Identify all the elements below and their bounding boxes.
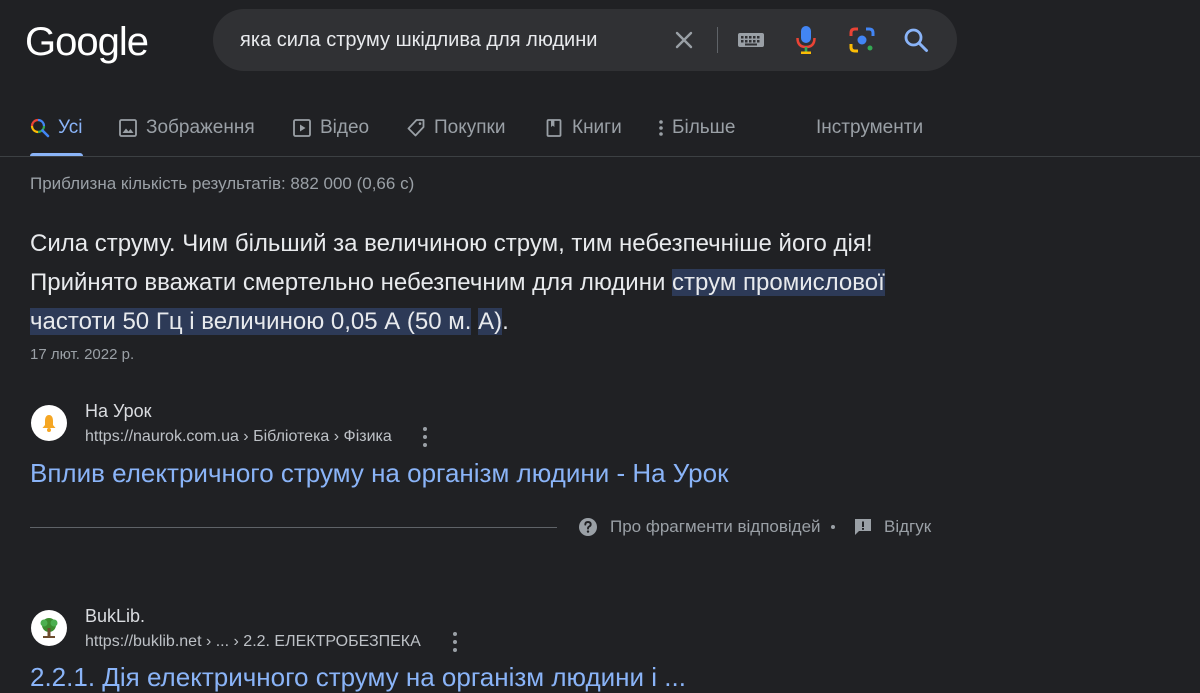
result-url[interactable]: https://buklib.net › ... › 2.2. ЕЛЕКТРОБ… — [85, 633, 421, 651]
tab-images-label: Зображення — [146, 117, 255, 138]
tab-more[interactable]: Більше — [656, 100, 736, 156]
tab-shopping-label: Покупки — [434, 117, 506, 138]
results-stats: Приблизна кількість результатів: 882 000… — [30, 174, 415, 193]
featured-snippet-text: Сила струму. Чим більший за величиною ст… — [30, 224, 930, 341]
keyboard-icon[interactable] — [736, 25, 766, 55]
snippet-date: 17 лют. 2022 р. — [30, 346, 135, 363]
tab-more-label: Більше — [672, 117, 736, 138]
feedback-label: Відгук — [884, 517, 932, 536]
tab-video-label: Відео — [320, 117, 370, 138]
price-tag-icon — [406, 118, 426, 138]
feedback-button[interactable]: Відгук — [854, 516, 931, 538]
google-lens-icon[interactable] — [847, 25, 877, 55]
search-icon[interactable] — [901, 25, 931, 55]
naurok-favicon[interactable] — [31, 405, 67, 441]
separator-dot — [831, 525, 835, 529]
tab-images[interactable]: Зображення — [118, 100, 255, 156]
google-logo[interactable]: Google — [25, 18, 149, 66]
video-play-icon — [292, 118, 312, 138]
snippet-highlight-end: А) — [478, 308, 503, 335]
search-input[interactable]: яка сила струму шкідлива для людини — [240, 9, 597, 71]
feedback-icon — [854, 518, 872, 536]
tab-tools-label: Інструменти — [816, 117, 924, 138]
about-snippets-label: Про фрагменти відповідей — [610, 517, 821, 536]
buklib-favicon[interactable] — [31, 610, 67, 646]
tab-tools[interactable]: Інструменти — [816, 100, 923, 156]
about-snippets-button[interactable]: Про фрагменти відповідей — [578, 516, 821, 538]
microphone-icon[interactable] — [791, 25, 821, 55]
clear-icon[interactable] — [669, 25, 699, 55]
tab-all-label: Усі — [58, 117, 83, 138]
tab-video[interactable]: Відео — [292, 100, 369, 156]
tab-shopping[interactable]: Покупки — [406, 100, 505, 156]
source-options-icon[interactable] — [419, 427, 431, 447]
search-tabs: Усі Зображення Відео Покупки Книги Більш… — [0, 100, 1200, 157]
image-icon — [118, 118, 138, 138]
tab-all[interactable]: Усі — [30, 100, 83, 156]
result-site-name[interactable]: BukLib. — [85, 606, 145, 627]
snippet-text-end: . — [502, 308, 509, 335]
search-box[interactable]: яка сила струму шкідлива для людини — [213, 9, 957, 71]
source-site-name[interactable]: На Урок — [85, 401, 152, 422]
source-url[interactable]: https://naurok.com.ua › Бібліотека › Фіз… — [85, 428, 392, 446]
result-title-link[interactable]: 2.2.1. Дія електричного струму на органі… — [30, 662, 686, 693]
tab-books-label: Книги — [572, 117, 622, 138]
multicolor-search-icon — [30, 118, 50, 138]
book-icon — [544, 118, 564, 138]
result-options-icon[interactable] — [449, 632, 461, 652]
snippet-divider — [30, 527, 557, 528]
tab-books[interactable]: Книги — [544, 100, 622, 156]
more-vert-icon — [656, 118, 666, 138]
search-divider — [717, 27, 718, 53]
source-title-link[interactable]: Вплив електричного струму на організм лю… — [30, 458, 728, 489]
help-icon — [578, 517, 598, 537]
